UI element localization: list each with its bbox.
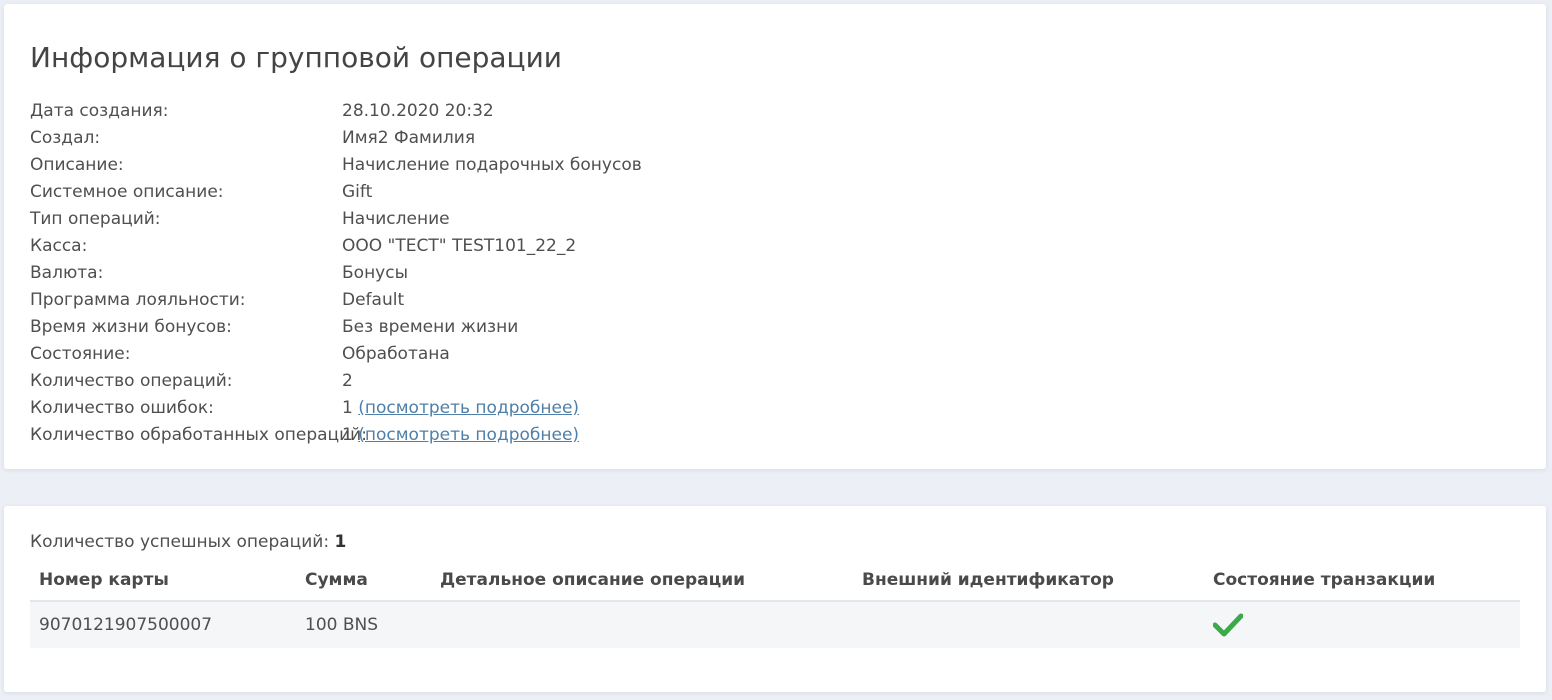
info-row-system-description: Системное описание: Gift [30, 179, 642, 206]
cell-description [431, 601, 853, 648]
table-header-row: Номер карты Сумма Детальное описание опе… [30, 560, 1520, 602]
cell-transaction-state [1204, 601, 1520, 648]
info-row-author: Создал: Имя2 Фамилия [30, 125, 642, 152]
info-row-operations-count: Количество операций: 2 [30, 368, 642, 395]
info-label: Описание: [30, 155, 124, 175]
info-row-operation-type: Тип операций: Начисление [30, 206, 642, 233]
info-row-loyalty-program: Программа лояльности: Default [30, 287, 642, 314]
info-label: Дата создания: [30, 101, 169, 121]
cell-external-id [853, 601, 1204, 648]
info-row-description: Описание: Начисление подарочных бонусов [30, 152, 642, 179]
info-label: Количество операций: [30, 371, 233, 391]
operations-table: Номер карты Сумма Детальное описание опе… [30, 560, 1520, 648]
info-value: Gift [342, 182, 373, 202]
info-value: Default [342, 290, 405, 310]
info-value: 28.10.2020 20:32 [342, 101, 494, 121]
page-title: Информация о групповой операции [30, 41, 562, 74]
info-value: Начисление подарочных бонусов [342, 155, 642, 175]
info-label: Системное описание: [30, 182, 224, 202]
operations-panel: Количество успешных операций: 1 Номер ка… [4, 506, 1546, 692]
info-row-errors-count: Количество ошибок: 1 (посмотреть подробне… [30, 395, 642, 422]
info-value: 1 [342, 425, 353, 445]
column-card-number[interactable]: Номер карты [30, 560, 296, 602]
info-label: Количество ошибок: [30, 398, 214, 418]
info-value: Начисление [342, 209, 450, 229]
info-label: Валюта: [30, 263, 104, 283]
info-value: 1 [342, 398, 353, 418]
info-row-cash-register: Касса: ООО "ТЕСТ" TEST101_22_2 [30, 233, 642, 260]
info-label: Создал: [30, 128, 101, 148]
table-row: 9070121907500007 100 BNS [30, 601, 1520, 648]
check-icon [1213, 613, 1520, 637]
cell-amount: 100 BNS [296, 601, 431, 648]
info-value: 2 [342, 371, 353, 391]
info-row-bonus-lifetime: Время жизни бонусов: Без времени жизни [30, 314, 642, 341]
cell-card-number: 9070121907500007 [30, 601, 296, 648]
info-row-processed-count: Количество обработанных операций:1 (посм… [30, 422, 642, 449]
info-row-currency: Валюта: Бонусы [30, 260, 642, 287]
successful-operations-summary: Количество успешных операций: 1 [30, 530, 346, 554]
info-value: Без времени жизни [342, 317, 519, 337]
info-row-created-date: Дата создания: 28.10.2020 20:32 [30, 98, 642, 125]
info-label: Касса: [30, 236, 88, 256]
view-processed-link[interactable]: (посмотреть подробнее) [358, 425, 579, 445]
column-amount[interactable]: Сумма [296, 560, 431, 602]
info-value: Бонусы [342, 263, 409, 283]
column-transaction-state[interactable]: Состояние транзакции [1204, 560, 1520, 602]
info-value: Имя2 Фамилия [342, 128, 476, 148]
view-errors-link[interactable]: (посмотреть подробнее) [358, 398, 579, 418]
summary-count: 1 [334, 532, 347, 552]
operation-info-panel: Информация о групповой операции Дата соз… [4, 4, 1546, 469]
info-label: Время жизни бонусов: [30, 317, 232, 337]
info-label: Тип операций: [30, 209, 161, 229]
info-label: Программа лояльности: [30, 290, 246, 310]
info-label: Количество обработанных операций: [30, 425, 367, 445]
summary-label: Количество успешных операций: [30, 532, 330, 552]
info-value: Обработана [342, 344, 450, 364]
column-description[interactable]: Детальное описание операции [431, 560, 853, 602]
info-value: ООО "ТЕСТ" TEST101_22_2 [342, 236, 577, 256]
info-row-state: Состояние: Обработана [30, 341, 642, 368]
info-label: Состояние: [30, 344, 131, 364]
info-list: Дата создания: 28.10.2020 20:32 Создал: Им… [30, 98, 642, 449]
column-external-id[interactable]: Внешний идентификатор [853, 560, 1204, 602]
